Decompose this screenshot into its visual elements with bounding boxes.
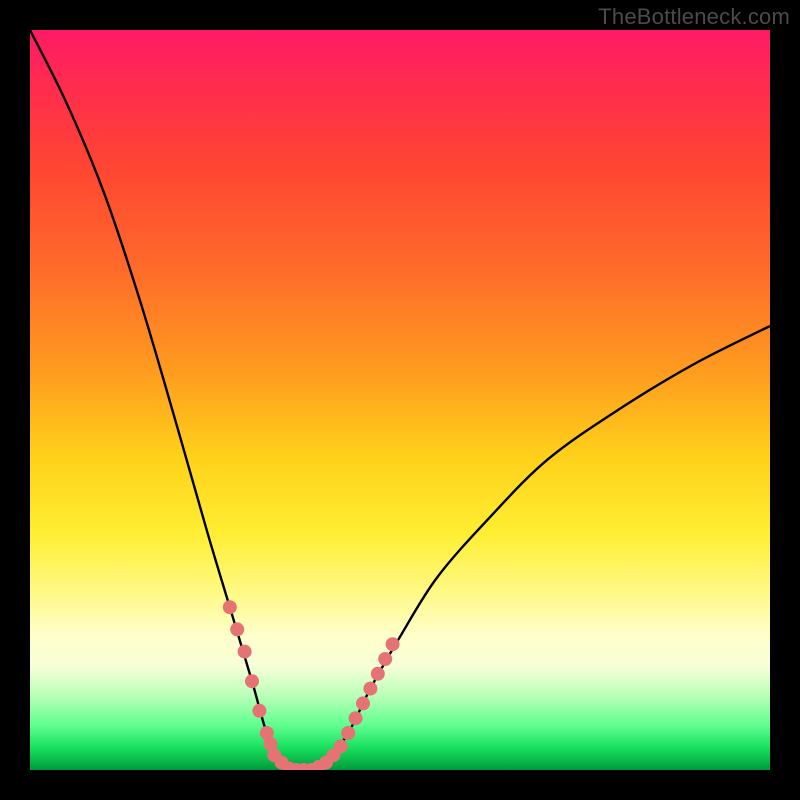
valley-dot	[238, 645, 252, 659]
valley-dot	[356, 696, 370, 710]
valley-dot	[371, 667, 385, 681]
valley-dot	[245, 674, 259, 688]
plot-area	[30, 30, 770, 770]
watermark-text: TheBottleneck.com	[598, 4, 790, 30]
chart-frame: TheBottleneck.com	[0, 0, 800, 800]
valley-dot	[223, 600, 237, 614]
valley-dot	[230, 622, 244, 636]
valley-dot	[349, 711, 363, 725]
valley-markers	[223, 600, 400, 770]
valley-dot	[334, 739, 348, 753]
bottleneck-curve	[30, 30, 770, 770]
curve-layer	[30, 30, 770, 770]
valley-dot	[378, 652, 392, 666]
valley-dot	[341, 726, 355, 740]
valley-dot	[252, 704, 266, 718]
valley-dot	[363, 682, 377, 696]
valley-dot	[386, 637, 400, 651]
